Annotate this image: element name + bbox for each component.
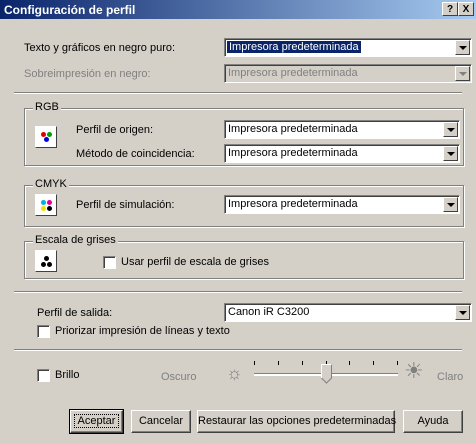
source-profile-dropdown[interactable]: Impresora predeterminada: [224, 120, 460, 139]
pure-black-value: Impresora predeterminada: [227, 41, 361, 53]
overprint-value: Impresora predeterminada: [228, 67, 358, 79]
prioritize-lines-checkbox[interactable]: [37, 325, 50, 338]
grayscale-profile-label: Usar perfil de escala de grises: [121, 256, 269, 268]
prioritize-lines-label: Priorizar impresión de líneas y texto: [55, 325, 230, 337]
slider-tick: [373, 361, 374, 365]
slider-thumb[interactable]: [321, 364, 332, 384]
rgb-color-icon: [35, 126, 57, 148]
window-title: Configuración de perfil: [4, 3, 136, 17]
source-profile-label: Perfil de origen:: [76, 124, 154, 136]
overprint-dropdown: Impresora predeterminada: [224, 64, 472, 83]
bright-sun-icon: ☀: [404, 358, 424, 383]
overprint-label: Sobreimpresión en negro:: [24, 68, 151, 80]
slider-tick: [302, 361, 303, 365]
matching-method-value: Impresora predeterminada: [228, 147, 358, 159]
accept-button[interactable]: Aceptar: [69, 409, 124, 434]
chevron-down-icon: [455, 66, 470, 81]
accept-button-label: Aceptar: [73, 414, 120, 428]
slider-tick: [349, 361, 350, 365]
separator: [14, 291, 462, 293]
dark-label: Oscuro: [161, 371, 197, 383]
chevron-down-icon[interactable]: [443, 122, 458, 137]
chevron-down-icon[interactable]: [443, 197, 458, 212]
output-profile-dropdown[interactable]: Canon iR C3200: [224, 303, 472, 322]
title-bar: Configuración de perfil ? X: [0, 0, 476, 19]
source-profile-value: Impresora predeterminada: [228, 123, 358, 135]
matching-method-label: Método de coincidencia:: [76, 148, 195, 160]
output-profile-label: Perfil de salida:: [37, 307, 113, 319]
brightness-label: Brillo: [55, 369, 80, 381]
slider-tick: [278, 361, 279, 365]
rgb-legend: RGB: [33, 101, 61, 113]
restore-defaults-button[interactable]: Restaurar las opciones predeterminadas: [197, 410, 396, 433]
pure-black-label: Texto y gráficos en negro puro:: [24, 42, 176, 54]
pure-black-dropdown[interactable]: Impresora predeterminada: [224, 38, 472, 57]
simulation-profile-value: Impresora predeterminada: [228, 198, 358, 210]
slider-tick: [254, 361, 255, 365]
chevron-down-icon[interactable]: [455, 40, 470, 55]
output-profile-value: Canon iR C3200: [228, 306, 310, 318]
simulation-profile-label: Perfil de simulación:: [76, 199, 175, 211]
grayscale-icon: [35, 250, 57, 272]
brightness-slider[interactable]: [254, 356, 398, 392]
slider-tick: [397, 361, 398, 365]
grayscale-legend: Escala de grises: [33, 234, 118, 246]
chevron-down-icon[interactable]: [443, 146, 458, 161]
close-button[interactable]: X: [458, 2, 474, 16]
grayscale-profile-checkbox[interactable]: [103, 256, 116, 269]
light-label: Claro: [437, 371, 464, 383]
matching-method-dropdown[interactable]: Impresora predeterminada: [224, 144, 460, 163]
chevron-down-icon[interactable]: [455, 305, 470, 320]
cancel-button[interactable]: Cancelar: [131, 410, 191, 433]
cmyk-color-icon: [35, 194, 57, 216]
brightness-checkbox[interactable]: [37, 369, 50, 382]
help-button[interactable]: ?: [442, 2, 458, 16]
separator: [14, 349, 462, 351]
simulation-profile-dropdown[interactable]: Impresora predeterminada: [224, 195, 460, 214]
separator: [14, 92, 462, 94]
cmyk-legend: CMYK: [33, 178, 69, 190]
dim-sun-icon: ☼: [226, 363, 243, 383]
help-button[interactable]: Ayuda: [403, 410, 463, 433]
